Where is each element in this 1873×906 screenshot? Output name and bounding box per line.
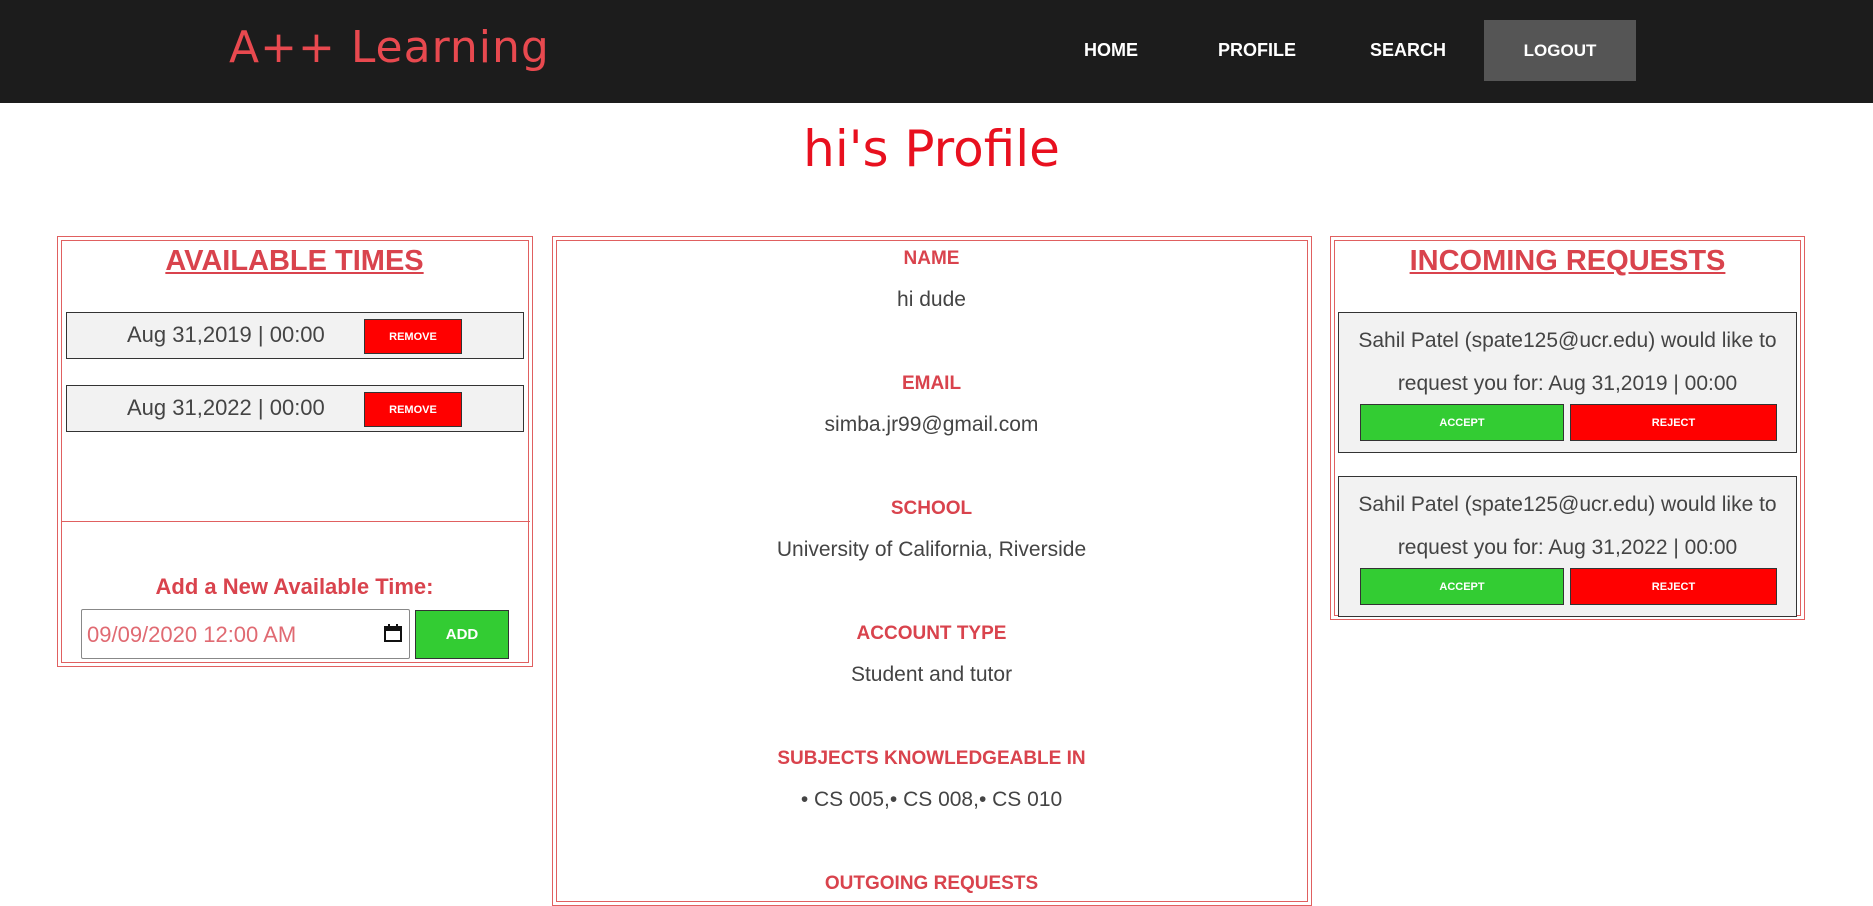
new-time-value: 09/09/2020 12:00 AM — [87, 622, 297, 647]
available-time-text: Aug 31,2019 | 00:00 — [127, 322, 325, 347]
request-message-line: Sahil Patel (spate125@ucr.edu) would lik… — [1358, 493, 1777, 516]
available-time-row: Aug 31,2022 | 00:00 REMOVE — [66, 385, 524, 432]
panel-divider — [61, 521, 530, 522]
email-label: EMAIL — [901, 373, 962, 394]
incoming-request-card: Sahil Patel (spate125@ucr.edu) would lik… — [1338, 476, 1797, 617]
subjects-label: SUBJECTS KNOWLEDGEABLE IN — [777, 748, 1086, 769]
available-times-panel — [57, 236, 533, 667]
nav-search[interactable]: SEARCH — [1370, 40, 1446, 61]
available-time-text: Aug 31,2022 | 00:00 — [127, 395, 325, 420]
remove-time-button[interactable]: REMOVE — [364, 319, 462, 354]
school-value: University of California, Riverside — [776, 538, 1087, 561]
reject-button[interactable]: REJECT — [1570, 404, 1777, 441]
accept-button[interactable]: ACCEPT — [1360, 568, 1564, 605]
available-times-heading: AVAILABLE TIMES — [165, 245, 424, 277]
request-message-line: Sahil Patel (spate125@ucr.edu) would lik… — [1358, 329, 1777, 352]
name-value: hi dude — [897, 288, 966, 311]
reject-button[interactable]: REJECT — [1570, 568, 1777, 605]
account-type-value: Student and tutor — [850, 663, 1013, 686]
request-message: Sahil Patel (spate125@ucr.edu) would lik… — [1349, 483, 1786, 569]
outgoing-requests-label: OUTGOING REQUESTS — [824, 873, 1039, 894]
request-message: Sahil Patel (spate125@ucr.edu) would lik… — [1349, 319, 1786, 405]
nav-home[interactable]: HOME — [1084, 40, 1138, 61]
navbar: A++ Learning HOME PROFILE SEARCH LOGOUT — [0, 0, 1873, 103]
nav-profile[interactable]: PROFILE — [1218, 40, 1296, 61]
add-time-button[interactable]: ADD — [415, 610, 509, 659]
school-label: SCHOOL — [890, 498, 973, 519]
add-time-label: Add a New Available Time: — [155, 574, 434, 599]
request-message-line: request you for: Aug 31,2022 | 00:00 — [1397, 536, 1738, 559]
logout-button[interactable]: LOGOUT — [1484, 20, 1636, 81]
incoming-requests-heading: INCOMING REQUESTS — [1409, 245, 1726, 277]
subjects-value: • CS 005,• CS 008,• CS 010 — [800, 788, 1063, 811]
new-time-input[interactable]: 09/09/2020 12:00 AM — [81, 609, 410, 659]
available-time-row: Aug 31,2019 | 00:00 REMOVE — [66, 312, 524, 359]
account-type-label: ACCOUNT TYPE — [856, 623, 1007, 644]
remove-time-button[interactable]: REMOVE — [364, 392, 462, 427]
name-label: NAME — [903, 248, 960, 269]
brand-logo[interactable]: A++ Learning — [229, 22, 550, 73]
email-value: simba.jr99@gmail.com — [824, 413, 1039, 436]
page-title: hi's Profile — [803, 120, 1060, 178]
accept-button[interactable]: ACCEPT — [1360, 404, 1564, 441]
calendar-icon[interactable] — [383, 623, 403, 643]
request-message-line: request you for: Aug 31,2019 | 00:00 — [1397, 372, 1738, 395]
incoming-request-card: Sahil Patel (spate125@ucr.edu) would lik… — [1338, 312, 1797, 453]
